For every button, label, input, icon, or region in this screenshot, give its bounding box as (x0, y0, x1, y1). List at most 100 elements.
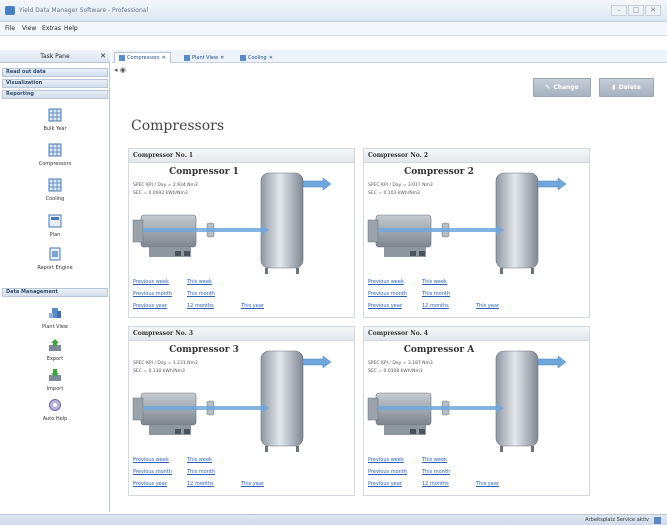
nav-arrows: ◂ ◉ (114, 66, 126, 74)
tab-icon (119, 55, 125, 61)
section-data-management[interactable]: Data Management (2, 288, 108, 297)
gear-icon (49, 399, 61, 411)
task-auto-help[interactable]: Auto Help (20, 398, 90, 422)
grid-icon (48, 178, 62, 192)
link-12-months[interactable]: 12 months (422, 303, 449, 309)
task-label: Plant View (41, 324, 69, 330)
compressor-title: Compressor 1 (169, 167, 239, 177)
link-previous-week[interactable]: Previous week (368, 279, 404, 285)
tab-compressors[interactable]: Compressors ✕ (114, 52, 171, 63)
tab-label: Plant View (192, 54, 219, 61)
link-this-week[interactable]: This week (422, 279, 447, 285)
close-pane-icon[interactable]: ✕ (100, 50, 106, 63)
link-12-months[interactable]: 12 months (422, 481, 449, 487)
link-previous-week[interactable]: Previous week (133, 279, 169, 285)
link-previous-year[interactable]: Previous year (133, 481, 167, 487)
status-bar: Arbeitsplatz Service aktiv (0, 514, 667, 525)
compressor-title: Compressor 3 (169, 345, 239, 355)
link-previous-year[interactable]: Previous year (133, 303, 167, 309)
sec-text: SEC = 0.103 kWh/Nm3 (368, 191, 420, 196)
link-previous-month[interactable]: Previous month (133, 291, 172, 297)
close-tab-icon[interactable]: ✕ (162, 53, 166, 63)
close-tab-icon[interactable]: ✕ (269, 53, 273, 63)
tab-icon (184, 54, 190, 61)
close-tab-icon[interactable]: ✕ (220, 53, 224, 63)
window-controls: – □ ✕ (611, 5, 661, 16)
compressor-diagram (132, 350, 332, 452)
tab-cooling[interactable]: Cooling ✕ (236, 52, 277, 63)
link-previous-week[interactable]: Previous week (133, 457, 169, 463)
refresh-icon[interactable]: ◉ (120, 66, 126, 74)
compressor-card-1: Compressor No. 1 Compressor 1 SPEC KPI /… (128, 148, 355, 318)
close-button[interactable]: ✕ (645, 5, 661, 16)
link-this-month[interactable]: This month (187, 291, 215, 297)
compressor-diagram (367, 350, 567, 452)
link-this-week[interactable]: This week (422, 457, 447, 463)
table-icon (48, 214, 62, 228)
link-this-week[interactable]: This week (187, 279, 212, 285)
compressor-card-2: Compressor No. 2 Compressor 2 SPEC KPI /… (363, 148, 590, 318)
task-plan[interactable]: Plan (20, 214, 90, 238)
compressor-diagram (367, 172, 567, 274)
task-label: Compressors (38, 161, 72, 167)
link-this-month[interactable]: This month (187, 469, 215, 475)
link-previous-year[interactable]: Previous year (368, 481, 402, 487)
app-icon (5, 6, 15, 15)
spec-kpi-text: SPEC KPI / Day = 1.231 Nm3 (133, 361, 198, 366)
link-previous-month[interactable]: Previous month (368, 291, 407, 297)
task-import[interactable]: Import (20, 368, 90, 392)
task-label: Bulk Year (43, 126, 67, 132)
task-export[interactable]: Export (20, 338, 90, 362)
change-button[interactable]: ✎ Change (533, 78, 591, 97)
task-label: Export (46, 356, 64, 362)
task-plant-view[interactable]: Plant View (20, 306, 90, 330)
minimize-button[interactable]: – (611, 5, 627, 16)
tab-label: Compressors (127, 55, 160, 61)
link-this-week[interactable]: This week (187, 457, 212, 463)
link-this-year[interactable]: This year (241, 303, 264, 309)
task-cooling[interactable]: Cooling (20, 178, 90, 202)
link-this-month[interactable]: This month (422, 469, 450, 475)
task-pane-title: Task Pane (40, 53, 70, 60)
menu-extras[interactable]: Extras (42, 25, 61, 32)
sec-text: SEC = 0.130 kWh/Nm3 (133, 369, 185, 374)
trash-icon: ▮ (612, 84, 616, 91)
link-previous-week[interactable]: Previous week (368, 457, 404, 463)
task-compressors[interactable]: Compressors (20, 143, 90, 167)
task-label: Cooling (45, 196, 65, 202)
back-icon[interactable]: ◂ (114, 66, 118, 74)
section-reporting[interactable]: Reporting (2, 90, 108, 99)
menu-bar: File View Extras Help (0, 22, 667, 36)
link-this-month[interactable]: This month (422, 291, 450, 297)
task-bulk-year[interactable]: Bulk Year (20, 108, 90, 132)
delete-label: Delete (618, 84, 641, 91)
link-previous-month[interactable]: Previous month (368, 469, 407, 475)
menu-help[interactable]: Help (64, 25, 78, 32)
change-label: Change (553, 84, 579, 91)
task-report-engine[interactable]: Report Engine (20, 247, 90, 271)
link-this-year[interactable]: This year (476, 303, 499, 309)
tab-plant-view[interactable]: Plant View ✕ (180, 52, 228, 63)
task-pane-header: Task Pane ✕ (0, 50, 110, 63)
link-this-year[interactable]: This year (241, 481, 264, 487)
title-bar: Yield Data Manager Software - Profession… (0, 0, 667, 22)
maximize-button[interactable]: □ (628, 5, 644, 16)
link-12-months[interactable]: 12 months (187, 303, 214, 309)
link-previous-year[interactable]: Previous year (368, 303, 402, 309)
grid-icon (48, 143, 62, 157)
spec-kpi-text: SPEC KPI / Day = 3.187 Nm3 (368, 361, 433, 366)
card-header: Compressor No. 4 (364, 327, 589, 341)
card-header: Compressor No. 2 (364, 149, 589, 163)
link-12-months[interactable]: 12 months (187, 481, 214, 487)
status-text: Arbeitsplatz Service aktiv (585, 517, 649, 523)
delete-button[interactable]: ▮ Delete (599, 78, 654, 97)
link-previous-month[interactable]: Previous month (133, 469, 172, 475)
section-visualization[interactable]: Visualization (2, 79, 108, 88)
grid-icon (48, 108, 62, 122)
status-icon (654, 517, 661, 524)
menu-file[interactable]: File (5, 25, 15, 32)
link-this-year[interactable]: This year (476, 481, 499, 487)
compressor-card-3: Compressor No. 3 Compressor 3 SPEC KPI /… (128, 326, 355, 496)
menu-view[interactable]: View (22, 25, 36, 32)
section-read-out[interactable]: Read out data (2, 68, 108, 77)
